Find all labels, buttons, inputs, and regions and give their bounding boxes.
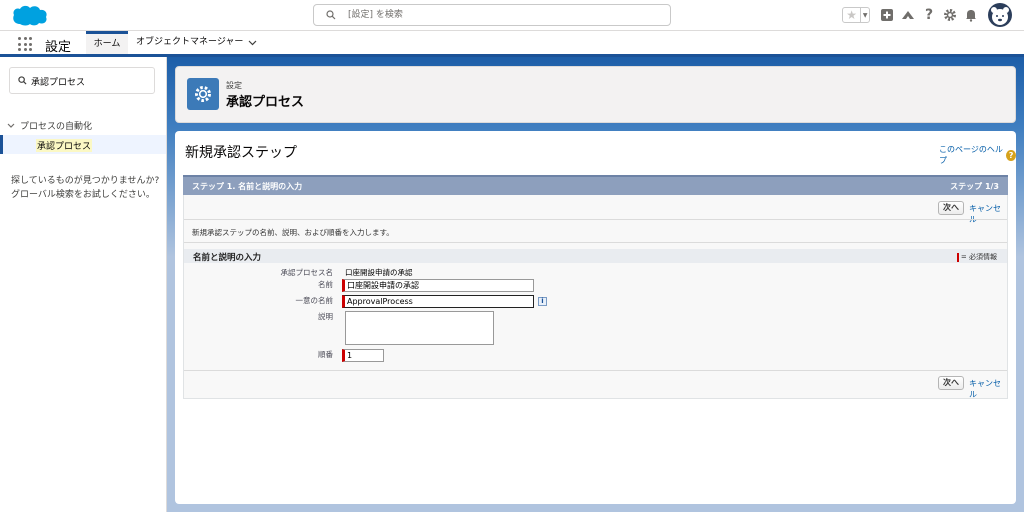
section-header: 名前と説明の入力 = 必須情報 xyxy=(184,249,1007,263)
quick-find[interactable] xyxy=(9,67,155,94)
search-icon xyxy=(326,10,336,20)
setup-sidebar: プロセスの自動化 承認プロセス 探しているものが見つかりませんか? グローバル検… xyxy=(0,57,167,512)
app-navigation: 設定 ホーム オブジェクトマネージャー xyxy=(0,31,1024,57)
form-block: 次へ キャンセル 新規承認ステップの名前、説明、および順番を入力します。 名前と… xyxy=(183,195,1008,399)
process-name-value: 口座開設申請の承認 xyxy=(345,268,413,277)
process-name-label: 承認プロセス名 xyxy=(280,268,334,277)
intro-text: 新規承認ステップの名前、説明、および順番を入力します。 xyxy=(192,228,394,237)
salesforce-logo[interactable] xyxy=(11,4,49,28)
unique-name-field[interactable] xyxy=(342,295,534,308)
name-field[interactable] xyxy=(342,279,534,292)
description-field[interactable] xyxy=(345,311,494,345)
order-field[interactable] xyxy=(342,349,384,362)
unique-name-label: 一意の名前 xyxy=(295,296,334,305)
not-found-line: グローバル検索をお試しください。 xyxy=(11,190,155,200)
setup-gear-icon xyxy=(187,78,219,110)
chevron-down-icon[interactable]: ▼ xyxy=(860,8,869,22)
avatar[interactable] xyxy=(988,3,1012,27)
tab-home[interactable]: ホーム xyxy=(86,31,128,54)
help-link[interactable]: このページのヘルプ ? xyxy=(939,144,1016,166)
order-label: 順番 xyxy=(318,350,333,359)
section-title: 名前と説明の入力 xyxy=(193,253,262,263)
gear-icon[interactable] xyxy=(942,7,958,23)
help-icon[interactable]: ? xyxy=(921,7,937,23)
next-button-bottom[interactable]: 次へ xyxy=(938,376,964,390)
quick-find-input[interactable] xyxy=(31,74,151,88)
add-icon[interactable] xyxy=(879,7,895,23)
bell-icon[interactable] xyxy=(963,7,979,23)
not-found-line: 探しているものが見つかりませんか? xyxy=(11,176,160,186)
form-title: 新規承認ステップ xyxy=(185,145,297,161)
tab-object-manager[interactable]: オブジェクトマネージャー xyxy=(136,31,257,54)
star-icon[interactable]: ★ xyxy=(843,8,860,22)
trailhead-icon[interactable] xyxy=(900,7,916,23)
app-launcher-icon[interactable] xyxy=(18,37,32,51)
global-search[interactable] xyxy=(313,4,671,26)
tree-item-label: 承認プロセス xyxy=(36,139,93,152)
name-label: 名前 xyxy=(318,280,333,289)
cancel-link-bottom[interactable]: キャンセル xyxy=(969,378,1007,400)
info-icon[interactable]: i xyxy=(538,297,547,306)
help-question-icon[interactable]: ? xyxy=(1006,149,1016,161)
divider xyxy=(184,370,1007,371)
next-button-top[interactable]: 次へ xyxy=(938,201,964,215)
page-title: 承認プロセス xyxy=(226,95,305,110)
global-search-input[interactable] xyxy=(348,8,648,22)
content-panel: 新規承認ステップ このページのヘルプ ? ステップ 1. 名前と説明の入力 ステ… xyxy=(175,131,1016,504)
divider xyxy=(184,242,1007,243)
global-header: ★ ▼ ? xyxy=(0,0,1024,31)
page-header: 設定 承認プロセス xyxy=(175,66,1016,123)
step-count: ステップ 1/3 xyxy=(950,182,999,191)
divider xyxy=(184,219,1007,220)
step-bar: ステップ 1. 名前と説明の入力 ステップ 1/3 xyxy=(183,175,1008,195)
description-label: 説明 xyxy=(318,312,333,321)
required-marker xyxy=(956,252,959,262)
search-icon xyxy=(18,76,27,85)
breadcrumb[interactable]: 設定 xyxy=(226,80,242,91)
help-link-label[interactable]: このページのヘルプ xyxy=(939,144,1003,166)
tab-object-manager-label: オブジェクトマネージャー xyxy=(136,37,244,47)
step-label: ステップ 1. 名前と説明の入力 xyxy=(192,182,303,191)
required-legend-label: = 必須情報 xyxy=(960,253,997,261)
chevron-down-icon[interactable] xyxy=(7,122,15,132)
required-legend: = 必須情報 xyxy=(956,252,997,262)
favorites-group[interactable]: ★ ▼ xyxy=(842,7,870,23)
tree-item-label: プロセスの自動化 xyxy=(20,122,93,132)
tree-item-approval-processes[interactable]: 承認プロセス xyxy=(0,135,166,154)
cancel-link-top[interactable]: キャンセル xyxy=(969,203,1007,225)
not-found-message: 探しているものが見つかりませんか? グローバル検索をお試しください。 xyxy=(11,174,161,202)
app-name: 設定 xyxy=(45,40,72,55)
tree-item-process-automation[interactable]: プロセスの自動化 xyxy=(7,119,92,132)
